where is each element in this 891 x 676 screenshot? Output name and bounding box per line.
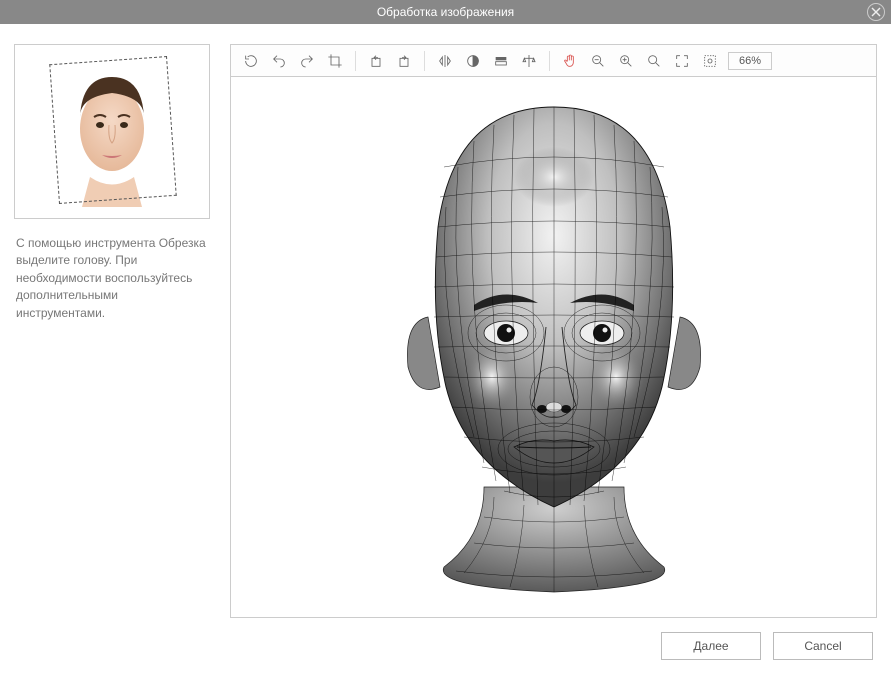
wireframe-head-image [334, 87, 774, 607]
zoom-out-icon [590, 53, 606, 69]
hand-icon [562, 53, 578, 69]
zoom-level-display[interactable]: 66% [728, 52, 772, 70]
close-button[interactable] [867, 3, 885, 21]
main-area: 66% [230, 44, 877, 662]
canvas-viewport[interactable] [231, 77, 876, 617]
balance-button[interactable] [515, 48, 543, 74]
toolbar-separator [549, 51, 550, 71]
flip-horizontal-button[interactable] [431, 48, 459, 74]
rotate-left-icon [368, 53, 384, 69]
cancel-button[interactable]: Cancel [773, 632, 873, 660]
fit-screen-button[interactable] [668, 48, 696, 74]
close-icon [871, 7, 881, 17]
balance-icon [521, 53, 537, 69]
rotate-right-icon [396, 53, 412, 69]
crop-icon [327, 53, 343, 69]
toolbar-separator [424, 51, 425, 71]
toolbar: 66% [231, 45, 876, 77]
sidebar: С помощью инструмента Обрезка выделите г… [14, 44, 210, 662]
actual-size-button[interactable] [696, 48, 724, 74]
redo-button[interactable] [293, 48, 321, 74]
crop-button[interactable] [321, 48, 349, 74]
title-bar: Обработка изображения [0, 0, 891, 24]
contrast-button[interactable] [459, 48, 487, 74]
fit-screen-icon [674, 53, 690, 69]
rotate-right-button[interactable] [390, 48, 418, 74]
hint-text: С помощью инструмента Обрезка выделите г… [14, 235, 210, 322]
thumbnail-panel [14, 44, 210, 219]
next-button[interactable]: Далее [661, 632, 761, 660]
toolbar-separator [355, 51, 356, 71]
undo-icon [271, 53, 287, 69]
zoom-out-button[interactable] [584, 48, 612, 74]
crop-overlay [49, 56, 176, 204]
undo-history-button[interactable] [237, 48, 265, 74]
levels-button[interactable] [487, 48, 515, 74]
zoom-tool-button[interactable] [640, 48, 668, 74]
pan-button[interactable] [556, 48, 584, 74]
rotate-left-button[interactable] [362, 48, 390, 74]
flip-horizontal-icon [437, 53, 453, 69]
undo-history-icon [243, 53, 259, 69]
window-title: Обработка изображения [377, 5, 514, 19]
redo-icon [299, 53, 315, 69]
zoom-in-button[interactable] [612, 48, 640, 74]
levels-icon [493, 53, 509, 69]
zoom-in-icon [618, 53, 634, 69]
footer: Далее Cancel [230, 618, 877, 662]
contrast-icon [465, 53, 481, 69]
actual-size-icon [702, 53, 718, 69]
undo-button[interactable] [265, 48, 293, 74]
magnifier-icon [646, 53, 662, 69]
